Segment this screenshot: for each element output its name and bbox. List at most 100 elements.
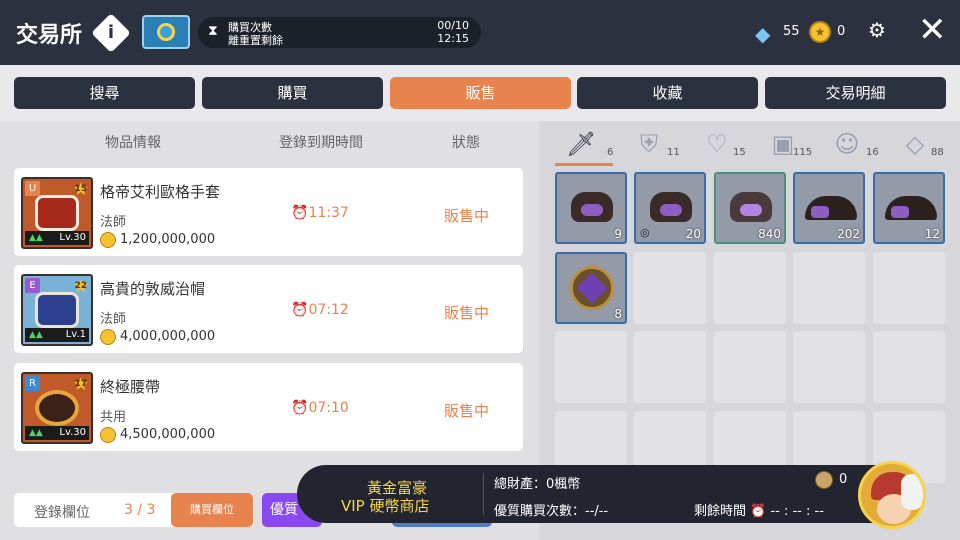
- item-price: 4,500,000,000: [120, 427, 216, 442]
- tab-search[interactable]: 搜尋: [14, 77, 195, 109]
- pet-icon: ☺: [834, 130, 860, 158]
- diamond-icon[interactable]: ◆: [755, 22, 770, 46]
- reset-time-value: 12:15: [437, 32, 469, 45]
- coin-icon[interactable]: ★: [809, 21, 831, 43]
- grade-badge: E: [25, 278, 40, 293]
- belt-icon: [35, 390, 79, 426]
- hat-icon: [35, 292, 79, 328]
- vip-coin-icon: [815, 471, 833, 489]
- top-bar: 交易所 i ⧗ 購買次數 離重置剩餘 00/10 12:15 ◆ 55 ★ 0 …: [0, 0, 960, 65]
- listing-row[interactable]: U ★ 15 ▲▲ Lv.30 格帝艾利歐格手套 法師 1,200,000,000…: [14, 168, 523, 256]
- inventory-cell[interactable]: 840: [714, 172, 786, 244]
- expiry-time: ⏰07:12: [291, 302, 349, 318]
- necklace-icon: ♡: [706, 130, 728, 158]
- grade-badge: U: [25, 181, 40, 196]
- item-name: 高貴的敦威治帽: [100, 280, 206, 298]
- item-name: 格帝艾利歐格手套: [100, 183, 221, 201]
- remaining-time: 剩餘時間 ⏰ -- : -- : --: [694, 504, 824, 519]
- item-price: 4,000,000,000: [120, 329, 216, 344]
- col-header-info: 物品情報: [105, 135, 161, 151]
- slot-label: 登錄欄位: [34, 505, 90, 521]
- inventory-cell[interactable]: ◎ 20: [634, 172, 706, 244]
- col-header-expiry: 登錄到期時間: [279, 135, 363, 151]
- empty-cell: [793, 331, 865, 403]
- shield-icon: ⛨: [640, 130, 658, 158]
- grade-badge: R: [25, 376, 40, 391]
- purchase-count-box: ⧗ 購買次數 離重置剩餘 00/10 12:15: [198, 17, 481, 48]
- vip-subtitle: VIP 硬幣商店: [341, 497, 430, 515]
- meso-icon: [100, 329, 116, 345]
- expiry-time: ⏰07:10: [291, 400, 349, 416]
- page-title: 交易所: [16, 23, 83, 48]
- empty-cell: [634, 331, 706, 403]
- item-icon-belt: R ★ 17 ▲▲ Lv.30: [21, 372, 93, 444]
- status-label: 販售中: [444, 304, 490, 322]
- level-badge: ▲▲ Lv.30: [25, 426, 89, 440]
- status-label: 販售中: [444, 402, 490, 420]
- level-badge: ▲▲ Lv.30: [25, 231, 89, 245]
- item-class: 法師: [100, 215, 127, 230]
- vip-coin-count: 0: [839, 472, 848, 487]
- item-class: 共用: [100, 410, 127, 425]
- exchange-icon[interactable]: ⚙: [862, 18, 892, 46]
- tab-bar: 搜尋 購買 販售 收藏 交易明細: [14, 77, 946, 109]
- reset-remaining-label: 離重置剩餘: [228, 34, 283, 47]
- expiry-time: ⏰11:37: [291, 205, 349, 221]
- sword-icon: 🗡: [566, 130, 597, 158]
- star-count: 17: [74, 379, 87, 389]
- gem-icon: ◇: [905, 130, 925, 158]
- tab-history[interactable]: 交易明細: [765, 77, 946, 109]
- tab-favorites[interactable]: 收藏: [577, 77, 758, 109]
- slot-count: 3 / 3: [124, 502, 156, 518]
- vip-shop-banner[interactable]: 黃金富豪 VIP 硬幣商店 總財產：0楓幣 優質購買次數：--/-- 剩餘時間 …: [297, 465, 917, 523]
- empty-cell: [793, 252, 865, 324]
- ticket-icon[interactable]: [142, 15, 190, 49]
- orb-icon: [570, 266, 614, 310]
- col-header-status: 狀態: [452, 135, 480, 151]
- empty-cell: [634, 252, 706, 324]
- info-icon[interactable]: i: [91, 13, 131, 53]
- star-count: 22: [74, 281, 87, 291]
- category-underline: [555, 163, 613, 166]
- divider: [483, 473, 484, 515]
- premium-buy-count: 優質購買次數：--/--: [494, 504, 609, 519]
- buy-slot-button[interactable]: 購買欄位: [171, 493, 253, 527]
- tab-sell[interactable]: 販售: [390, 77, 571, 109]
- item-icon-hat: E ★ 22 ▲▲ Lv.1: [21, 274, 93, 346]
- empty-cell: [873, 252, 945, 324]
- ore-pile-icon: [885, 196, 937, 220]
- pouch-icon: [650, 192, 692, 222]
- item-class: 法師: [100, 312, 127, 327]
- item-name: 終極腰帶: [100, 378, 161, 396]
- star-count: 15: [74, 184, 87, 194]
- meso-icon: [100, 427, 116, 443]
- listing-row[interactable]: R ★ 17 ▲▲ Lv.30 終極腰帶 共用 4,500,000,000 ⏰07…: [14, 363, 523, 451]
- gloves-icon: [35, 195, 79, 231]
- ore-pile-icon: [805, 196, 857, 220]
- pouch-icon: [571, 192, 613, 222]
- hourglass-icon: ⧗: [208, 23, 218, 39]
- empty-cell: [714, 331, 786, 403]
- inventory-cell[interactable]: 9: [555, 172, 627, 244]
- diamond-count: 55: [783, 24, 800, 39]
- status-label: 販售中: [444, 207, 490, 225]
- listing-row[interactable]: E ★ 22 ▲▲ Lv.1 高貴的敦威治帽 法師 4,000,000,000 ⏰…: [14, 265, 523, 353]
- level-badge: ▲▲ Lv.1: [25, 328, 89, 342]
- item-icon-gloves: U ★ 15 ▲▲ Lv.30: [21, 177, 93, 249]
- empty-cell: [873, 331, 945, 403]
- inventory-cell[interactable]: 8: [555, 252, 627, 324]
- lock-icon: ◎: [640, 226, 650, 239]
- total-assets: 總財產：0楓幣: [494, 477, 581, 492]
- empty-cell: [555, 331, 627, 403]
- purchase-count-value: 00/10: [437, 19, 469, 32]
- inventory-cell[interactable]: 202: [793, 172, 865, 244]
- merchant-avatar[interactable]: [858, 461, 926, 529]
- inventory-cell[interactable]: 12: [873, 172, 945, 244]
- empty-cell: [714, 252, 786, 324]
- pouch-icon: [730, 192, 772, 222]
- meso-icon: [100, 232, 116, 248]
- item-price: 1,200,000,000: [120, 232, 216, 247]
- coin-count: 0: [837, 24, 846, 39]
- tab-buy[interactable]: 購買: [202, 77, 383, 109]
- close-icon[interactable]: ✕: [918, 12, 947, 48]
